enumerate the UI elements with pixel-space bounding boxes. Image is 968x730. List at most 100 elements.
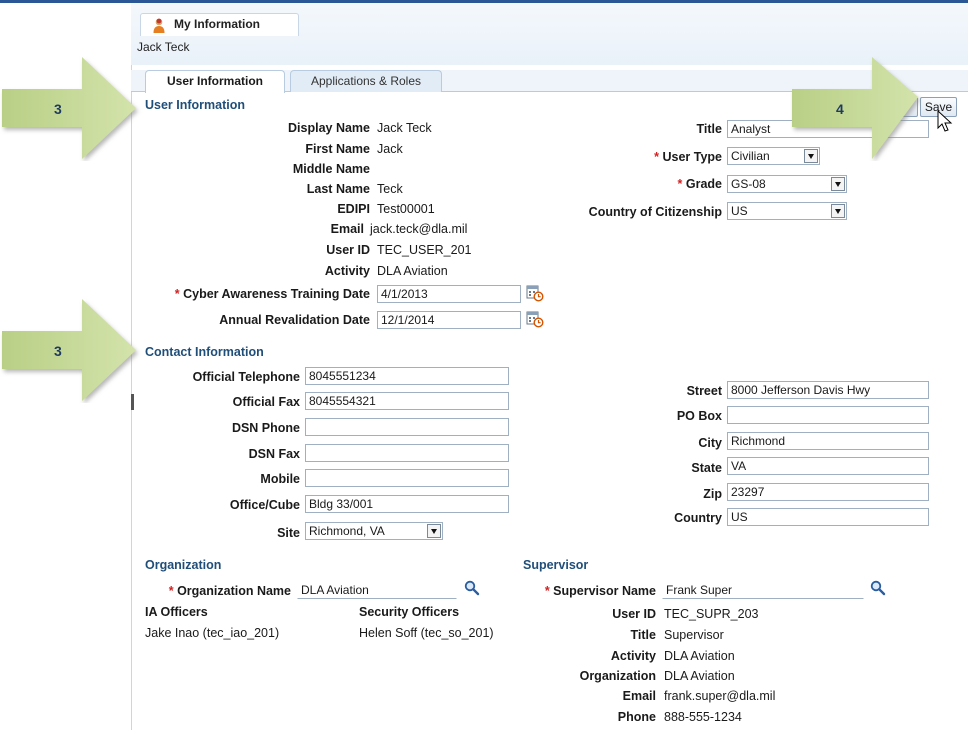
- supervisor-title-value: Supervisor: [664, 628, 724, 642]
- dropdown-arrow-icon[interactable]: [831, 204, 845, 218]
- security-officers-value: Helen Soff (tec_so_201): [359, 626, 494, 640]
- edipi-label: EDIPI: [337, 202, 370, 216]
- dsn-phone-input[interactable]: [305, 418, 509, 436]
- first-name-value: Jack: [377, 142, 403, 156]
- annual-revalidation-label: Annual Revalidation Date: [219, 313, 370, 327]
- zip-input[interactable]: 23297: [727, 483, 929, 501]
- supervisor-name-input[interactable]: Frank Super: [662, 581, 864, 599]
- section-title-supervisor: Supervisor: [523, 558, 589, 572]
- country-citizenship-label: Country of Citizenship: [588, 205, 722, 219]
- city-label: City: [698, 436, 722, 450]
- required-marker: *: [677, 177, 683, 191]
- supervisor-activity-label: Activity: [610, 649, 656, 663]
- dsn-phone-label: DSN Phone: [231, 421, 300, 435]
- dropdown-arrow-icon[interactable]: [831, 177, 845, 191]
- title-label: Title: [696, 122, 722, 136]
- organization-name-input[interactable]: DLA Aviation: [297, 581, 457, 599]
- callout-arrow-3-contact: 3: [0, 297, 160, 403]
- country-label: Country: [674, 511, 722, 525]
- site-value: Richmond, VA: [309, 524, 385, 538]
- po-box-label: PO Box: [676, 409, 722, 423]
- city-input[interactable]: Richmond: [727, 432, 929, 450]
- mobile-input[interactable]: [305, 469, 509, 487]
- search-icon[interactable]: [870, 580, 886, 596]
- site-label: Site: [277, 526, 300, 540]
- callout-number: 3: [54, 101, 62, 117]
- activity-label: Activity: [324, 264, 370, 278]
- official-telephone-label: Official Telephone: [192, 370, 300, 384]
- country-citizenship-select[interactable]: US: [727, 202, 847, 220]
- supervisor-organization-value: DLA Aviation: [664, 669, 735, 683]
- mobile-label: Mobile: [260, 472, 300, 486]
- grade-select[interactable]: GS-08: [727, 175, 847, 193]
- zip-label: Zip: [703, 487, 722, 501]
- cyber-awareness-label: * Cyber Awareness Training Date: [140, 287, 370, 301]
- po-box-input[interactable]: [727, 406, 929, 424]
- last-name-value: Teck: [377, 182, 403, 196]
- my-information-label: My Information: [174, 17, 260, 31]
- search-icon[interactable]: [464, 580, 480, 596]
- user-type-value: Civilian: [731, 149, 770, 163]
- supervisor-title-label: Title: [630, 628, 656, 642]
- street-input[interactable]: 8000 Jefferson Davis Hwy: [727, 381, 929, 399]
- organization-name-label-text: Organization Name: [177, 584, 291, 598]
- display-name-value: Jack Teck: [377, 121, 432, 135]
- cyber-awareness-date-input[interactable]: 4/1/2013: [377, 285, 521, 303]
- official-telephone-input[interactable]: 8045551234: [305, 367, 509, 385]
- annual-revalidation-date-input[interactable]: 12/1/2014: [377, 311, 521, 329]
- callout-arrow-3-user-info: 3: [0, 55, 160, 161]
- dsn-fax-input[interactable]: [305, 444, 509, 462]
- my-information-tab[interactable]: My Information: [140, 13, 299, 36]
- callout-arrow-shape: [2, 57, 136, 159]
- email-value: jack.teck@dla.mil: [370, 222, 468, 236]
- section-title-user-information: User Information: [145, 98, 246, 112]
- tab-user-information[interactable]: User Information: [145, 70, 285, 93]
- cyber-awareness-label-text: Cyber Awareness Training Date: [183, 287, 370, 301]
- required-marker: *: [654, 150, 659, 164]
- supervisor-organization-label: Organization: [579, 669, 656, 683]
- supervisor-email-label: Email: [622, 689, 656, 703]
- tab-applications-roles[interactable]: Applications & Roles: [290, 70, 442, 92]
- supervisor-email-value: frank.super@dla.mil: [664, 689, 776, 703]
- required-marker: *: [544, 584, 550, 598]
- supervisor-user-id-value: TEC_SUPR_203: [664, 607, 759, 621]
- official-fax-input[interactable]: 8045554321: [305, 392, 509, 410]
- supervisor-phone-label: Phone: [617, 710, 656, 724]
- security-officers-label: Security Officers: [359, 605, 460, 619]
- user-type-label: * User Type: [600, 150, 722, 164]
- edipi-value: Test00001: [377, 202, 435, 216]
- official-fax-label: Official Fax: [232, 395, 300, 409]
- middle-name-label: Middle Name: [292, 162, 370, 176]
- calendar-icon[interactable]: [526, 311, 544, 328]
- office-cube-input[interactable]: Bldg 33/001: [305, 495, 509, 513]
- street-label: Street: [686, 384, 722, 398]
- dropdown-arrow-icon[interactable]: [427, 524, 441, 538]
- activity-value: DLA Aviation: [377, 264, 448, 278]
- user-type-label-text: User Type: [662, 150, 722, 164]
- required-marker: *: [168, 584, 174, 598]
- email-label: Email: [330, 222, 364, 236]
- state-input[interactable]: VA: [727, 457, 929, 475]
- supervisor-name-label-text: Supervisor Name: [553, 584, 656, 598]
- supervisor-phone-value: 888-555-1234: [664, 710, 742, 724]
- state-label: State: [691, 461, 722, 475]
- required-marker: *: [174, 287, 180, 301]
- callout-arrow-shape: [792, 57, 918, 159]
- callout-arrow-4-save: 4: [790, 55, 950, 161]
- calendar-icon[interactable]: [526, 285, 544, 302]
- callout-number: 3: [54, 343, 62, 359]
- user-id-label: User ID: [326, 243, 370, 257]
- callout-arrow-shape: [2, 299, 136, 401]
- current-user-name: Jack Teck: [137, 40, 190, 54]
- office-cube-label: Office/Cube: [229, 498, 300, 512]
- country-input[interactable]: US: [727, 508, 929, 526]
- site-select[interactable]: Richmond, VA: [305, 522, 443, 540]
- supervisor-name-label: * Supervisor Name: [520, 584, 656, 598]
- supervisor-activity-value: DLA Aviation: [664, 649, 735, 663]
- callout-number: 4: [836, 101, 844, 117]
- person-icon: [153, 18, 165, 33]
- user-id-value: TEC_USER_201: [377, 243, 472, 257]
- last-name-label: Last Name: [306, 182, 370, 196]
- country-citizenship-value: US: [731, 204, 748, 218]
- grade-label: * Grade: [600, 177, 723, 191]
